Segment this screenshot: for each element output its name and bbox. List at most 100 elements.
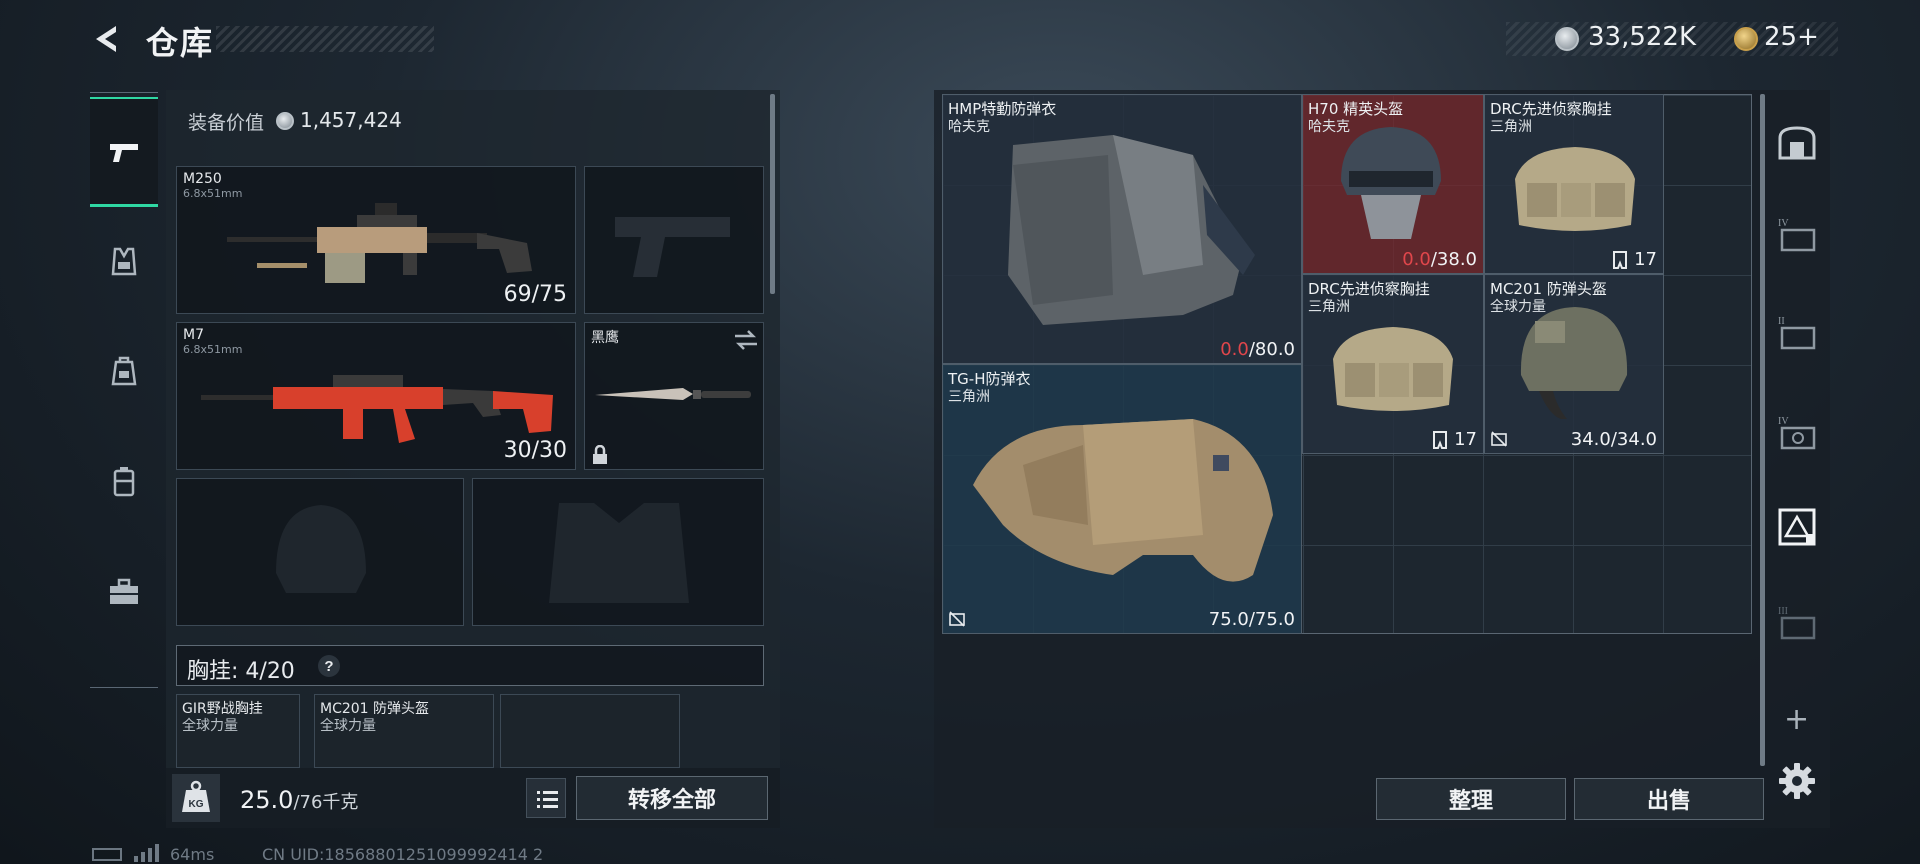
melee-slot[interactable]: 黑鹰	[584, 322, 764, 470]
equipment-value-label: 装备价值	[188, 112, 265, 134]
loadout-scrollbar[interactable]	[770, 94, 775, 294]
durability: 0.0/80.0	[1220, 339, 1295, 360]
user-uid: CN UID:18568801251099992414 2	[262, 845, 544, 864]
durability: 0.0/38.0	[1402, 249, 1477, 270]
title-decoration	[216, 26, 434, 52]
helmet-placeholder-icon	[276, 505, 366, 593]
secondary-weapon-slot[interactable]: M7 6.8x51mm 30/30	[176, 322, 576, 470]
nav-backpack[interactable]	[90, 317, 158, 427]
m7-rifle-icon	[201, 375, 553, 443]
item-brand: 三角洲	[1308, 299, 1350, 315]
tab-container-iv-b[interactable]: IV	[1772, 408, 1822, 458]
drc-rig-image	[1333, 327, 1453, 411]
gold-coin-icon	[1734, 27, 1758, 51]
no-repair-icon	[949, 611, 965, 627]
armor-placeholder-icon	[549, 503, 689, 603]
back-arrow-icon[interactable]	[90, 22, 124, 56]
case-icon	[113, 467, 135, 497]
storage-item-h70-helmet[interactable]: H70 精英头盔 哈夫克 0.0/38.0	[1302, 94, 1484, 274]
silver-amount[interactable]: 33,522K	[1588, 22, 1696, 52]
silver-coin-icon	[1555, 27, 1579, 51]
tab-container-selected[interactable]	[1772, 502, 1822, 552]
gear-icon[interactable]	[1778, 762, 1816, 800]
tab-container-iv[interactable]: IV	[1772, 210, 1822, 260]
tab-safe-box[interactable]	[1772, 118, 1822, 168]
item-brand: 全球力量	[320, 718, 376, 734]
nav-toolbox[interactable]	[90, 537, 158, 647]
melee-name: 黑鹰	[591, 330, 619, 346]
weapon-name: M250	[183, 171, 222, 187]
storage-scrollbar[interactable]	[1760, 94, 1765, 766]
list-icon	[537, 791, 558, 808]
svg-text:IV: IV	[1778, 416, 1789, 427]
equipment-value: 1,457,424	[300, 108, 402, 132]
item-brand: 全球力量	[182, 718, 238, 734]
item-brand: 三角洲	[1490, 119, 1532, 135]
mc201-helmet-image	[1520, 307, 1628, 419]
nav-weapons[interactable]	[90, 97, 158, 207]
storage-item-hmp-vest[interactable]: HMP特勤防弹衣 哈夫克 0.0/80.0	[942, 94, 1302, 364]
svg-text:KG: KG	[189, 799, 204, 810]
weight-icon-box: KG	[172, 774, 220, 822]
page-title: 仓库	[146, 24, 215, 62]
transfer-all-button[interactable]: 转移全部	[576, 776, 768, 820]
primary-weapon-slot[interactable]: M250 6.8x51mm 69/75	[176, 166, 576, 314]
container-selected-icon	[1778, 508, 1816, 546]
chest-rig-bar[interactable]: 胸挂: 4/20 ?	[176, 645, 764, 686]
svg-text:III: III	[1778, 606, 1788, 617]
safe-box-icon	[1778, 126, 1816, 160]
pistol-icon	[110, 143, 138, 162]
sidearm-slot[interactable]	[584, 166, 764, 314]
tab-container-iii[interactable]: III	[1772, 598, 1822, 648]
help-icon[interactable]: ?	[317, 654, 341, 678]
combat-knife-icon	[595, 388, 751, 400]
svg-text:II: II	[1778, 316, 1785, 327]
stack-count: 17	[1454, 429, 1477, 450]
storage-item-drc-rig[interactable]: DRC先进侦察胸挂 三角洲 17	[1484, 94, 1664, 274]
chest-rig-capacity: 胸挂: 4/20	[187, 659, 295, 684]
item-brand: 哈夫克	[948, 119, 990, 135]
item-brand: 三角洲	[948, 389, 990, 405]
durability: 34.0/34.0	[1570, 429, 1657, 450]
storage-item-drc-rig[interactable]: DRC先进侦察胸挂 三角洲 17	[1302, 274, 1484, 454]
drc-rig-image	[1515, 147, 1635, 231]
left-category-nav	[90, 92, 158, 688]
tab-container-ii[interactable]: II	[1772, 308, 1822, 358]
ammo-count: 30/30	[503, 438, 567, 463]
container-iv-icon: IV	[1778, 218, 1816, 252]
list-view-button[interactable]	[526, 778, 566, 818]
storage-item-mc201-helmet[interactable]: MC201 防弹头盔 全球力量 34.0/34.0	[1484, 274, 1664, 454]
toolbox-icon	[110, 578, 138, 604]
nav-case[interactable]	[90, 427, 158, 537]
hmp-vest-image	[1008, 135, 1255, 325]
nav-armor[interactable]	[90, 207, 158, 317]
stack-count: 17	[1634, 249, 1657, 270]
container-iv-b-icon: IV	[1778, 416, 1816, 450]
swap-icon[interactable]	[733, 329, 759, 351]
helmet-slot-empty[interactable]	[176, 478, 464, 626]
add-container-icon[interactable]: +	[1784, 702, 1809, 737]
svg-text:IV: IV	[1778, 218, 1789, 229]
chest-item-empty[interactable]	[500, 694, 680, 768]
no-repair-icon	[1491, 431, 1507, 447]
storage-item-tgh-vest[interactable]: TG-H防弹衣 三角洲 75.0/75.0	[942, 364, 1302, 634]
sort-button[interactable]: 整理	[1376, 778, 1566, 820]
signal-icon	[134, 844, 159, 862]
pistol-placeholder-icon	[615, 217, 730, 277]
value-coin-icon	[276, 112, 294, 130]
battery-icon	[92, 848, 122, 861]
vest-icon	[111, 247, 137, 276]
backpack-icon	[111, 356, 137, 386]
ping-readout: 64ms	[170, 845, 215, 864]
tgh-vest-image	[973, 419, 1273, 582]
chest-item[interactable]: MC201 防弹头盔 全球力量	[314, 694, 494, 768]
lock-icon	[593, 445, 607, 464]
gold-amount[interactable]: 25+	[1764, 22, 1819, 52]
container-iii-icon: III	[1778, 606, 1816, 640]
stack-icon	[1613, 251, 1627, 269]
carry-weight: 25.0/76千克	[240, 786, 359, 814]
sell-button[interactable]: 出售	[1574, 778, 1764, 820]
durability: 75.0/75.0	[1208, 609, 1295, 630]
chest-item[interactable]: GIR野战胸挂 全球力量	[176, 694, 300, 768]
armor-slot-empty[interactable]	[472, 478, 764, 626]
